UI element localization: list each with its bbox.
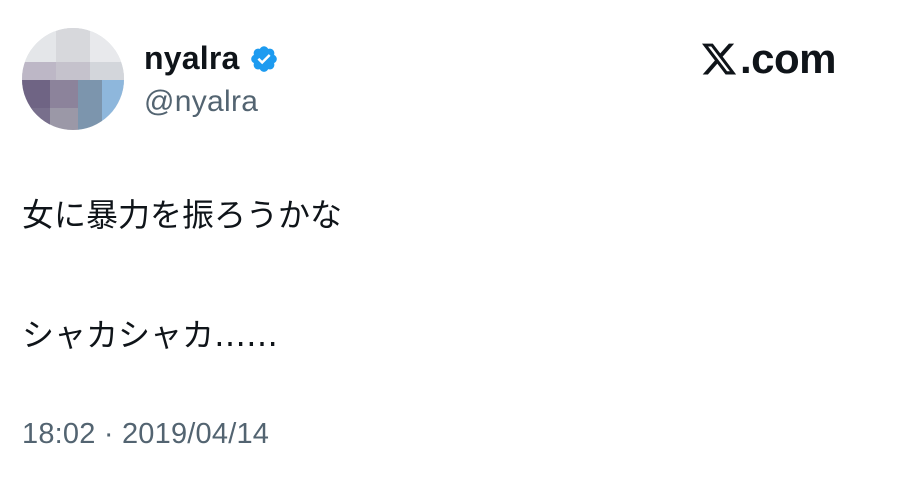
verified-badge-icon — [251, 46, 278, 72]
brand-suffix: .com — [740, 35, 837, 82]
x-logo-icon — [701, 43, 737, 75]
display-name[interactable]: nyalra — [144, 36, 239, 80]
tweet-text-line: 女に暴力を振ろうかな — [22, 196, 343, 234]
avatar[interactable] — [22, 28, 124, 130]
x-com-brand: .com — [700, 34, 837, 84]
tweet-date[interactable]: 2019/04/14 — [122, 418, 269, 450]
user-display-name-row[interactable]: nyalra — [144, 36, 279, 80]
tweet-time[interactable]: 18:02 — [22, 418, 96, 450]
tweet-text-line: シャカシャカ…… — [22, 316, 279, 354]
timestamp-separator: · — [103, 418, 114, 450]
tweet-text: 女に暴力を振ろうかな シャカシャカ…… — [22, 188, 862, 362]
tweet-line-gap — [22, 242, 862, 308]
user-handle[interactable]: @nyalra — [144, 82, 258, 122]
tweet-timestamp[interactable]: 18:02 · 2019/04/14 — [22, 414, 269, 454]
avatar-pixelated-image — [22, 28, 124, 130]
